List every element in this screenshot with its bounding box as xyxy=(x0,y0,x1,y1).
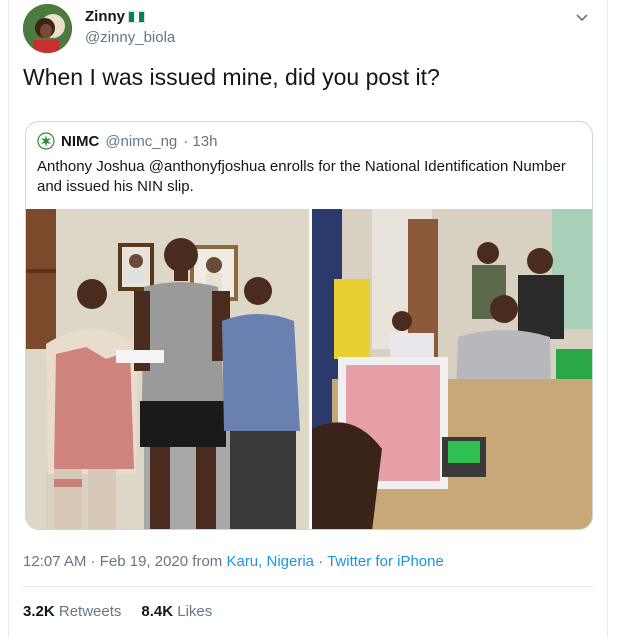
likes-label: Likes xyxy=(177,603,213,620)
retweets-label: Retweets xyxy=(58,603,122,620)
location-link[interactable]: Karu, Nigeria xyxy=(226,553,314,570)
quoted-handle[interactable]: @nimc_ng xyxy=(105,133,177,150)
quoted-tweet[interactable]: NIMC @nimc_ng · 13h Anthony Joshua @anth… xyxy=(25,121,593,530)
tweet-meta: 12:07 AM · Feb 19, 2020 from Karu, Niger… xyxy=(23,553,444,570)
divider xyxy=(23,586,593,587)
nimc-logo-icon xyxy=(37,132,55,150)
from-label: from xyxy=(192,553,223,570)
tweet-text: When I was issued mine, did you post it? xyxy=(23,64,440,90)
retweets-stat[interactable]: 3.2K Retweets xyxy=(23,603,121,620)
photo-handshake[interactable] xyxy=(26,209,309,529)
likes-stat[interactable]: 8.4K Likes xyxy=(141,603,212,620)
quoted-time: · 13h xyxy=(183,132,218,150)
nigeria-flag-icon xyxy=(128,10,145,23)
chevron-down-icon[interactable] xyxy=(573,8,591,26)
user-handle[interactable]: @zinny_biola xyxy=(85,29,175,46)
photo-fingerprint-enrollment[interactable] xyxy=(312,209,592,529)
retweets-count: 3.2K xyxy=(23,603,55,620)
quoted-tweet-text: Anthony Joshua @anthonyfjoshua enrolls f… xyxy=(37,158,566,195)
tweet-stats: 3.2K Retweets 8.4K Likes xyxy=(23,603,212,620)
source-link[interactable]: Twitter for iPhone xyxy=(327,553,444,570)
tweet-header: Zinny @zinny_biola xyxy=(23,4,593,54)
meta-separator: · xyxy=(318,553,324,570)
likes-count: 8.4K xyxy=(141,603,174,620)
tweet-card: Zinny @zinny_biola When I was issued min… xyxy=(8,0,608,638)
quoted-display-name[interactable]: NIMC xyxy=(61,133,99,150)
display-name[interactable]: Zinny xyxy=(85,8,125,25)
tweet-timestamp[interactable]: 12:07 AM · Feb 19, 2020 xyxy=(23,553,188,570)
avatar[interactable] xyxy=(23,4,72,53)
